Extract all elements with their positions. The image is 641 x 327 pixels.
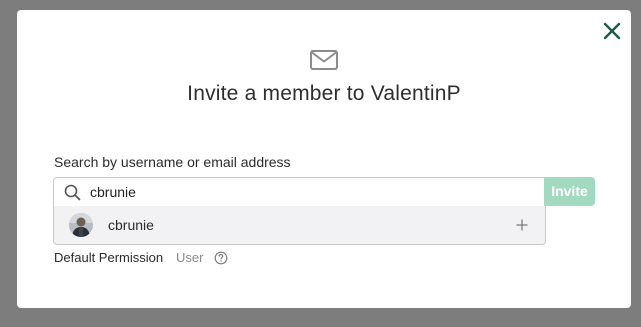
invite-member-dialog: Invite a member to ValentinP Search by u…: [17, 10, 631, 308]
envelope-icon: [310, 50, 338, 70]
search-result-item[interactable]: cbrunie: [54, 206, 545, 244]
avatar: [69, 213, 93, 237]
search-field[interactable]: [53, 177, 545, 207]
search-results-dropdown: cbrunie: [53, 206, 546, 245]
default-permission-value[interactable]: User: [176, 250, 203, 265]
close-icon: [603, 22, 621, 40]
dialog-title: Invite a member to ValentinP: [187, 82, 461, 105]
search-input[interactable]: [90, 182, 530, 202]
help-circle-icon[interactable]: [214, 251, 228, 265]
search-icon: [64, 184, 81, 201]
search-label: Search by username or email address: [54, 154, 291, 170]
default-permission-label: Default Permission: [54, 250, 164, 265]
search-result-name: cbrunie: [108, 217, 154, 233]
close-button[interactable]: [601, 20, 623, 42]
plus-icon[interactable]: [516, 219, 528, 231]
invite-button[interactable]: Invite: [544, 177, 595, 206]
